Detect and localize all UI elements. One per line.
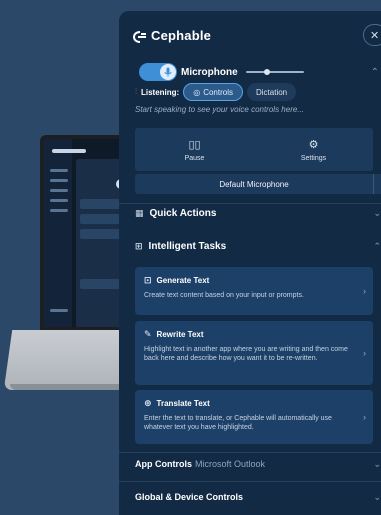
sparkle-icon: ⊞: [135, 241, 143, 251]
laptop-screen-row: [50, 179, 68, 182]
settings-label: Settings: [300, 154, 327, 162]
waveform-icon: ⫶: [135, 87, 137, 96]
laptop-illustration: [0, 0, 143, 515]
task-title-text: Translate Text: [156, 399, 210, 408]
divider: [119, 481, 381, 482]
task-description: Highlight text in another app where you …: [144, 346, 348, 362]
microphone-toggle[interactable]: [139, 63, 177, 81]
document-plus-icon: ⊡: [144, 275, 152, 285]
close-icon: ✕: [370, 29, 380, 42]
microphone-row: Microphone: [139, 63, 304, 81]
pause-settings-bar: ▯▯ Pause ⚙ Settings: [135, 128, 373, 171]
mode-dictation-button[interactable]: Dictation: [247, 83, 297, 101]
microphone-select-value: Default Microphone: [219, 179, 289, 189]
divider: [119, 203, 381, 204]
brand: Cephable: [132, 28, 212, 43]
laptop-screen-row: [50, 199, 68, 202]
mode-controls-button[interactable]: ◎ Controls: [183, 83, 243, 101]
laptop-screen-logo: [52, 149, 86, 153]
pause-button[interactable]: ▯▯ Pause: [135, 128, 254, 171]
task-title: ⊕ Translate Text: [144, 398, 353, 409]
task-card-rewrite-text[interactable]: ✎ Rewrite Text Highlight text in another…: [135, 321, 373, 385]
global-controls-label: Global & Device Controls: [135, 492, 244, 502]
chevron-right-icon: ›: [363, 286, 366, 296]
chevron-down-icon[interactable]: ⌄: [373, 174, 381, 194]
gear-icon: ⚙: [308, 138, 319, 151]
task-card-translate-text[interactable]: ⊕ Translate Text Enter the text to trans…: [135, 390, 373, 444]
grid-icon: ▦: [135, 208, 144, 218]
task-description: Enter the text to translate, or Cephable…: [144, 415, 332, 431]
cephable-logo-icon: [132, 30, 147, 43]
task-title: ✎ Rewrite Text: [144, 329, 353, 340]
close-button[interactable]: ✕: [363, 24, 381, 46]
global-controls-header[interactable]: Global & Device Controls ⌄: [135, 492, 381, 502]
quick-actions-label: Quick Actions: [149, 208, 217, 219]
brand-name: Cephable: [151, 28, 212, 43]
pencil-icon: ✎: [144, 329, 152, 339]
mode-controls-label: Controls: [203, 87, 233, 97]
intelligent-tasks-header[interactable]: ⊞ Intelligent Tasks ⌃: [135, 241, 381, 252]
laptop-screen-row: [50, 169, 68, 172]
chevron-down-icon: ⌄: [373, 492, 381, 502]
app-controls-app: Microsoft Outlook: [195, 459, 266, 469]
microphone-icon: [160, 64, 176, 80]
divider: [119, 452, 381, 453]
listening-hint: Start speaking to see your voice control…: [135, 105, 304, 114]
cephable-panel: Cephable ✕ Microphone ⌃ ⫶ Listening: ◎ C…: [119, 11, 381, 515]
chevron-down-icon: ⌄: [373, 208, 381, 218]
app-controls-label: App Controls: [135, 459, 192, 469]
laptop-screen-sidebar: [44, 139, 72, 327]
chevron-right-icon: ›: [363, 412, 366, 422]
controls-icon: ◎: [193, 87, 201, 97]
chevron-up-icon: ⌃: [373, 241, 381, 251]
task-title-text: Rewrite Text: [156, 330, 204, 339]
laptop-screen-row: [50, 189, 68, 192]
app-controls-header[interactable]: App Controls Microsoft Outlook ⌄: [135, 459, 381, 469]
laptop-screen-row: [50, 309, 68, 312]
pause-label: Pause: [184, 154, 205, 162]
pause-icon: ▯▯: [188, 138, 201, 151]
task-card-generate-text[interactable]: ⊡ Generate Text Create text content base…: [135, 267, 373, 315]
laptop-lip: [10, 384, 136, 390]
quick-actions-header[interactable]: ▦ Quick Actions ⌄: [135, 208, 381, 219]
mode-dictation-label: Dictation: [256, 87, 288, 97]
chevron-up-icon[interactable]: ⌃: [371, 67, 379, 78]
microphone-select[interactable]: Default Microphone ⌄: [135, 174, 381, 194]
chevron-right-icon: ›: [363, 348, 366, 358]
task-title: ⊡ Generate Text: [144, 275, 353, 286]
microphone-label: Microphone: [181, 66, 238, 78]
microphone-level-bar: [245, 69, 304, 75]
laptop-screen-row: [50, 209, 68, 212]
settings-button[interactable]: ⚙ Settings: [254, 128, 373, 171]
intelligent-tasks-label: Intelligent Tasks: [148, 241, 227, 252]
task-description: Create text content based on your input …: [144, 292, 304, 299]
listening-row: ⫶ Listening: ◎ Controls Dictation: [135, 83, 297, 101]
globe-icon: ⊕: [144, 398, 152, 408]
task-title-text: Generate Text: [156, 276, 210, 285]
listening-label: Listening:: [141, 87, 180, 97]
chevron-down-icon: ⌄: [373, 459, 381, 469]
